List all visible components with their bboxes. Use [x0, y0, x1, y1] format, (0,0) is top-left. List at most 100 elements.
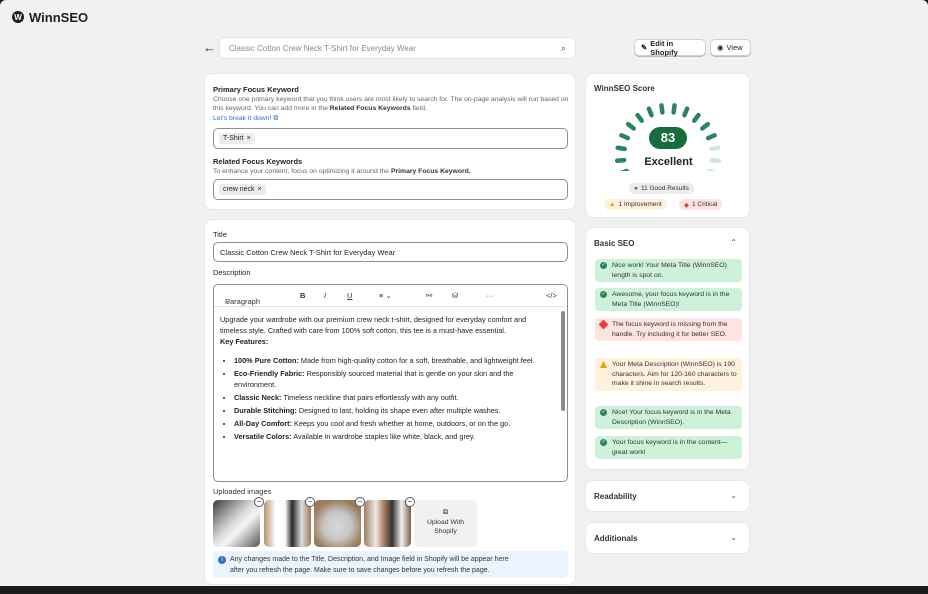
brand-name: WinnSEO — [29, 9, 89, 25]
check-icon: ✓ — [600, 291, 607, 298]
more-button[interactable]: ··· — [486, 291, 494, 300]
score-value: 83 — [649, 127, 687, 149]
warning-icon — [600, 361, 607, 368]
seo-result-item: Your Meta Description (WinnSEO) is 190 c… — [595, 358, 742, 391]
features-heading: Key Features: — [220, 337, 269, 346]
bold-button[interactable]: B — [300, 291, 305, 300]
editor-content[interactable]: Upgrade your wardrobe with our premium c… — [214, 307, 567, 442]
title-input[interactable]: Classic Cotton Crew Neck T-Shirt for Eve… — [213, 242, 568, 262]
gauge-dash — [635, 112, 644, 123]
underline-button[interactable]: U — [347, 291, 352, 300]
chevron-up-icon[interactable]: ⌃ — [730, 238, 737, 247]
editor-scrollbar[interactable] — [561, 311, 565, 411]
related-keywords-label: Related Focus Keywords — [213, 157, 303, 166]
app-window: W WinnSEO ← Classic Cotton Crew Neck T-S… — [0, 0, 928, 594]
check-icon: ✓ — [600, 439, 607, 446]
related-keywords-help: To enhance your content, focus on optimi… — [213, 168, 471, 175]
pencil-icon: ✎ — [641, 43, 648, 52]
eye-icon: ◉ — [717, 43, 724, 52]
score-rating: Excellent — [644, 156, 693, 168]
feature-item: Durable Stitching: Designed to last, hol… — [234, 405, 547, 416]
seo-result-item: ✓ Awesome, your focus keyword is in the M… — [595, 288, 742, 311]
check-icon: ✓ — [600, 409, 607, 416]
seo-result-item: ✓ Nice work! Your Meta Title (WinnSEO) le… — [595, 259, 742, 282]
product-image[interactable] — [314, 500, 361, 547]
gauge-dash — [709, 145, 721, 152]
chevron-down-icon[interactable]: ⌄ — [730, 491, 737, 500]
break-it-down-link[interactable]: Let's break it down! ⧉ — [213, 115, 278, 123]
chevron-down-icon[interactable]: ⌄ — [730, 533, 737, 542]
chevron-down-icon: ⌄ — [225, 297, 232, 306]
search-value: Classic Cotton Crew Neck T-Shirt for Eve… — [229, 43, 416, 53]
chip-remove-icon[interactable]: × — [247, 135, 251, 142]
search-icon[interactable]: ⌕ — [561, 43, 566, 54]
refresh-notice: i Any changes made to the Title, Descrip… — [213, 551, 568, 578]
feature-item: Classic Neck: Timeless neckline that pai… — [234, 392, 547, 403]
product-image[interactable] — [264, 500, 311, 547]
external-link-icon: ⧉ — [273, 115, 279, 122]
basic-seo-title[interactable]: Basic SEO — [594, 239, 634, 248]
additionals-title: Additionals — [594, 534, 638, 543]
seo-result-item: ✓ Nice! Your focus keyword is in the Meta… — [595, 406, 742, 429]
gauge-dash — [615, 145, 627, 152]
warning-icon: ▲ — [609, 201, 616, 208]
seo-result-item: The focus keyword is missing from the ha… — [595, 318, 742, 341]
primary-keyword-label: Primary Focus Keyword — [213, 85, 299, 94]
critical-diamond-icon — [598, 319, 609, 330]
align-icon[interactable]: ≡ ⌄ — [379, 291, 392, 300]
gauge-dash — [625, 121, 636, 131]
keyword-chip: T-Shirt × — [219, 133, 255, 144]
critical-diamond-icon: ◆ — [684, 201, 689, 209]
keyword-chip: crew neck × — [219, 184, 266, 195]
chip-remove-icon[interactable]: × — [258, 186, 262, 193]
link-icon[interactable]: ⚯ — [426, 291, 432, 300]
product-search-bar[interactable]: Classic Cotton Crew Neck T-Shirt for Eve… — [219, 37, 576, 59]
primary-keyword-input[interactable]: T-Shirt × — [213, 128, 568, 149]
product-image[interactable] — [364, 500, 411, 547]
product-image[interactable] — [213, 500, 260, 547]
database-icon[interactable]: ⛁ — [452, 291, 458, 300]
uploaded-images-label: Uploaded images — [213, 487, 272, 496]
gauge-dash — [705, 133, 717, 141]
feature-item: Eco-Friendly Fabric: Responsibly sourced… — [234, 368, 547, 390]
image-upload-icon: ⧈ — [442, 506, 449, 516]
good-results-badge[interactable]: ● 11 Good Results — [629, 183, 694, 194]
gauge-dash — [682, 106, 690, 118]
additionals-section[interactable]: Additionals ⌄ — [585, 522, 750, 554]
product-content-card: Title Classic Cotton Crew Neck T-Shirt f… — [204, 219, 576, 585]
brand: W WinnSEO — [12, 10, 88, 25]
seo-result-item: ✓ Your focus keyword is in the content—gr… — [595, 436, 742, 459]
upload-with-shopify-button[interactable]: ⧈ Upload With Shopify — [414, 500, 477, 547]
code-view-button[interactable]: </> — [546, 291, 557, 300]
editor-toolbar: Paragraph ⌄ B I U ≡ ⌄ ⚯ ⛁ ··· </> — [214, 285, 567, 307]
gauge-dash — [692, 112, 701, 123]
readability-title: Readability — [594, 492, 637, 501]
basic-seo-section: Basic SEO ⌃ ✓ Nice work! Your Meta Title … — [585, 227, 750, 470]
improvement-badge[interactable]: ▲ 1 Improvement — [604, 199, 667, 210]
description-intro: Upgrade your wardrobe with our premium c… — [220, 315, 527, 335]
readability-section[interactable]: Readability ⌄ — [585, 480, 750, 512]
features-list: 100% Pure Cotton: Made from high-quality… — [220, 355, 547, 442]
description-editor[interactable]: Paragraph ⌄ B I U ≡ ⌄ ⚯ ⛁ ··· </> Upgrad… — [213, 284, 568, 482]
check-icon: ✓ — [600, 262, 607, 269]
edit-in-shopify-button[interactable]: ✎ Edit in Shopify — [634, 38, 706, 57]
winnseo-logo-icon: W — [12, 11, 24, 23]
score-title: WinnSEO Score — [594, 84, 655, 93]
upload-label: Upload With — [426, 519, 465, 526]
remove-image-icon[interactable]: − — [254, 497, 264, 507]
primary-keyword-help: Choose one primary keyword that you thin… — [213, 96, 569, 112]
window-bottom-edge — [0, 586, 928, 594]
feature-item: 100% Pure Cotton: Made from high-quality… — [234, 355, 547, 366]
arrow-left-icon[interactable]: ← — [203, 40, 216, 55]
edit-label: Edit in Shopify — [650, 38, 678, 57]
related-keywords-input[interactable]: crew neck × — [213, 179, 568, 200]
italic-button[interactable]: I — [324, 291, 326, 300]
feature-item: All-Day Comfort: Keeps you cool and fres… — [234, 418, 547, 429]
view-button[interactable]: ◉ View — [710, 39, 751, 56]
description-label: Description — [213, 268, 251, 277]
upload-label: Shopify — [434, 528, 457, 535]
title-label: Title — [213, 230, 227, 239]
critical-badge[interactable]: ◆ 1 Critical — [679, 199, 723, 210]
feature-item: Versatile Colors: Available in wardrobe … — [234, 431, 547, 442]
focus-keywords-card: Primary Focus Keyword Choose one primary… — [204, 73, 576, 210]
